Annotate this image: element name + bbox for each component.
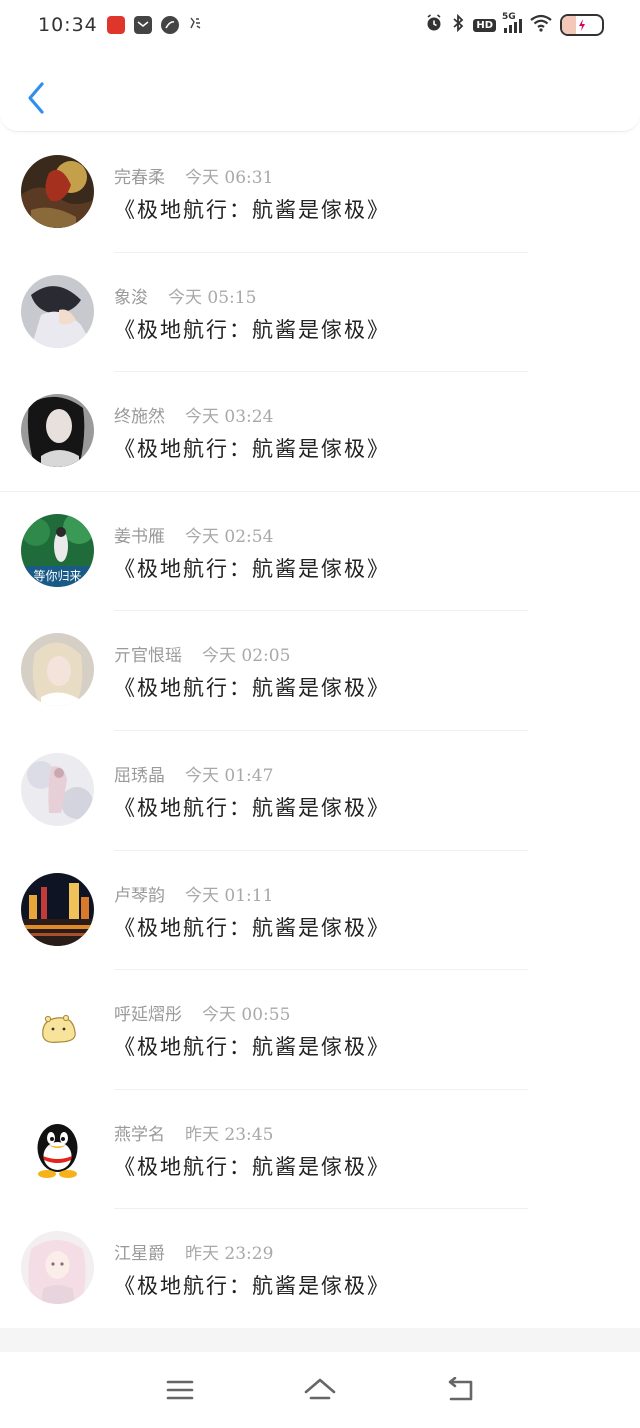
avatar <box>21 155 94 228</box>
message-time: 今天 05:15 <box>168 287 257 308</box>
message-text: 《极地航行：航酱是傢极》 <box>114 1035 390 1060</box>
message-meta: 亓官恨瑶 今天 02:05 <box>114 641 290 666</box>
message-time: 今天 02:54 <box>185 526 274 547</box>
list-item[interactable]: 屈琇晶 今天 01:47 《极地航行：航酱是傢极》 <box>0 731 640 851</box>
message-time: 昨天 23:29 <box>185 1244 274 1265</box>
message-text: 《极地航行：航酱是傢极》 <box>114 915 390 940</box>
browser-app-icon <box>160 16 179 34</box>
message-time: 今天 03:24 <box>185 407 274 428</box>
sender-name: 燕学名 <box>114 1124 165 1145</box>
list-item[interactable]: 江星爵 昨天 23:29 《极地航行：航酱是傢极》 <box>0 1209 640 1329</box>
list-item[interactable]: 亓官恨瑶 今天 02:05 《极地航行：航酱是傢极》 <box>0 611 640 731</box>
status-right: HD 5G <box>425 12 604 36</box>
sender-name: 象浚 <box>114 287 148 308</box>
back-icon <box>448 1377 473 1401</box>
system-nav-bar <box>0 1352 640 1428</box>
message-text: 《极地航行：航酱是傢极》 <box>114 556 390 581</box>
message-time: 今天 01:11 <box>185 885 274 906</box>
avatar <box>21 394 94 468</box>
menu-button[interactable] <box>160 1370 200 1410</box>
list-item[interactable]: 终施然 今天 03:24 《极地航行：航酱是傢极》 <box>0 372 640 492</box>
message-text: 《极地航行：航酱是傢极》 <box>114 1274 390 1299</box>
battery-charging-icon <box>562 16 602 34</box>
list-item[interactable]: 完春柔 今天 06:31 《极地航行：航酱是傢极》 <box>0 133 640 253</box>
avatar <box>21 274 94 348</box>
message-time: 今天 00:55 <box>202 1005 291 1026</box>
message-meta: 终施然 今天 03:24 <box>114 402 273 427</box>
message-text: 《极地航行：航酱是傢极》 <box>114 198 390 222</box>
list-item[interactable]: 象浚 今天 05:15 《极地航行：航酱是傢极》 <box>0 253 640 373</box>
sender-name: 呼延熠彤 <box>114 1005 182 1026</box>
message-time: 今天 02:05 <box>202 646 291 667</box>
message-text: 《极地航行：航酱是傢极》 <box>114 437 390 462</box>
network-type-label: 5G <box>502 12 516 22</box>
message-meta: 燕学名 昨天 23:45 <box>114 1120 273 1145</box>
avatar <box>21 1231 94 1305</box>
status-bar: 10:34 HD 5G <box>0 0 640 50</box>
message-text: 《极地航行：航酱是傢极》 <box>114 1154 390 1179</box>
cellular-signal-icon: 5G <box>502 12 522 33</box>
sender-name: 江星爵 <box>114 1244 165 1265</box>
wifi-icon <box>530 14 552 36</box>
avatar-caption: 等你归来 <box>33 569 81 583</box>
bluetooth-icon <box>451 13 465 36</box>
avatar <box>21 1111 94 1185</box>
message-text: 《极地航行：航酱是傢极》 <box>114 317 390 342</box>
list-item[interactable]: 卢琴韵 今天 01:11 《极地航行：航酱是傢极》 <box>0 851 640 971</box>
sender-name: 屈琇晶 <box>114 765 165 786</box>
mail-app-icon <box>133 16 152 34</box>
battery-icon <box>560 14 604 36</box>
sender-name: 亓官恨瑶 <box>114 646 182 667</box>
chevron-left-icon <box>28 82 44 114</box>
avatar <box>21 872 94 946</box>
sender-name: 姜书雁 <box>114 526 165 547</box>
avatar <box>21 633 94 707</box>
message-list: 完春柔 今天 06:31 《极地航行：航酱是傢极》 象浚 今天 05:15 《极… <box>0 133 640 1329</box>
message-meta: 江星爵 昨天 23:29 <box>114 1239 273 1264</box>
status-left: 10:34 <box>38 14 202 36</box>
nav-back-button[interactable] <box>440 1370 480 1410</box>
avatar <box>21 992 94 1066</box>
hd-badge: HD <box>473 18 496 32</box>
list-item[interactable]: 呼延熠彤 今天 00:55 《极地航行：航酱是傢极》 <box>0 970 640 1090</box>
avatar: 等你归来 <box>21 513 94 587</box>
list-item[interactable]: 等你归来 姜书雁 今天 02:54 《极地航行：航酱是傢极》 <box>0 492 640 612</box>
message-meta: 姜书雁 今天 02:54 <box>114 522 273 547</box>
message-meta: 象浚 今天 05:15 <box>114 283 256 308</box>
message-time: 今天 06:31 <box>185 168 274 188</box>
menu-icon <box>166 1380 194 1400</box>
alarm-icon <box>425 14 443 36</box>
message-time: 今天 01:47 <box>185 765 274 786</box>
message-meta: 卢琴韵 今天 01:11 <box>114 881 273 906</box>
message-meta: 呼延熠彤 今天 00:55 <box>114 1000 290 1025</box>
sender-name: 终施然 <box>114 407 165 428</box>
list-item[interactable]: 燕学名 昨天 23:45 《极地航行：航酱是傢极》 <box>0 1090 640 1210</box>
header <box>0 50 640 132</box>
home-icon <box>304 1378 336 1400</box>
sender-name: 完春柔 <box>114 168 165 188</box>
back-button[interactable] <box>18 78 54 118</box>
message-text: 《极地航行：航酱是傢极》 <box>114 676 390 701</box>
news-app-icon <box>106 16 125 34</box>
status-time: 10:34 <box>38 14 98 36</box>
message-meta: 屈琇晶 今天 01:47 <box>114 761 273 786</box>
message-text: 《极地航行：航酱是傢极》 <box>114 795 390 820</box>
notification-app-icon <box>188 16 202 34</box>
home-button[interactable] <box>300 1370 340 1410</box>
message-meta: 完春柔 今天 06:31 <box>114 163 273 188</box>
sender-name: 卢琴韵 <box>114 885 165 906</box>
avatar <box>21 752 94 826</box>
message-time: 昨天 23:45 <box>185 1124 274 1145</box>
